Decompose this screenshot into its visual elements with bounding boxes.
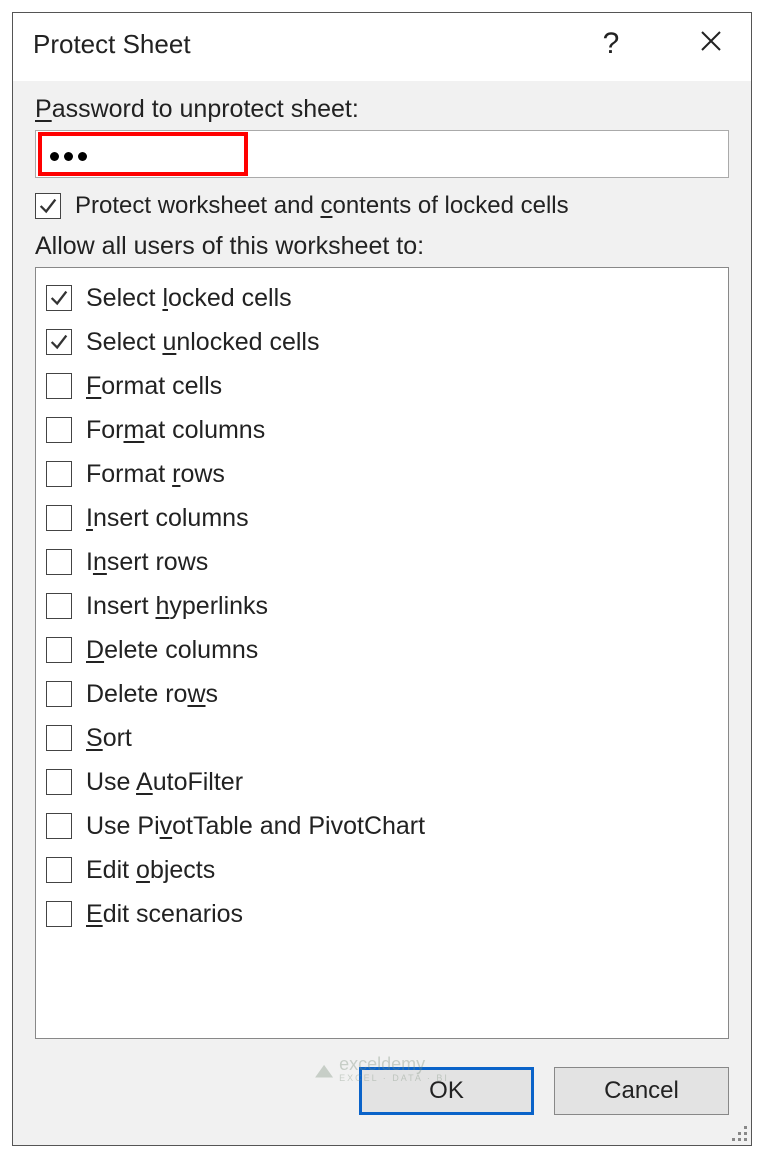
permission-row[interactable]: Delete rows [46,672,718,716]
permission-row[interactable]: Select locked cells [46,276,718,320]
permission-row[interactable]: Insert hyperlinks [46,584,718,628]
permission-row[interactable]: Format cells [46,364,718,408]
permission-label: Delete rows [86,680,218,709]
permission-row[interactable]: Sort [46,716,718,760]
permission-row[interactable]: Delete columns [46,628,718,672]
permission-label: Insert hyperlinks [86,592,268,621]
dialog-title: Protect Sheet [33,29,191,60]
protect-contents-label: Protect worksheet and contents of locked… [75,192,569,220]
permissions-listbox[interactable]: Select locked cells Select unlocked cells… [35,267,729,1039]
help-icon[interactable]: ? [591,27,631,61]
permission-label: Insert columns [86,504,249,533]
permission-checkbox[interactable] [46,505,72,531]
permission-checkbox[interactable] [46,549,72,575]
permission-row[interactable]: Use AutoFilter [46,760,718,804]
permission-checkbox[interactable] [46,681,72,707]
password-input[interactable] [35,130,729,178]
permission-checkbox[interactable] [46,769,72,795]
cancel-button[interactable]: Cancel [554,1067,729,1115]
allow-users-label: Allow all users of this worksheet to: [35,232,729,261]
protect-contents-checkbox[interactable] [35,193,61,219]
password-highlight [38,132,248,176]
permission-row[interactable]: Format columns [46,408,718,452]
permission-checkbox[interactable] [46,373,72,399]
permission-label: Use PivotTable and PivotChart [86,812,425,841]
permission-label: Select locked cells [86,284,292,313]
permission-row[interactable]: Format rows [46,452,718,496]
permission-label: Insert rows [86,548,208,577]
dialog-buttons: OK Cancel [13,1039,751,1145]
permission-checkbox[interactable] [46,461,72,487]
titlebar: Protect Sheet ? [13,13,751,81]
permission-checkbox[interactable] [46,901,72,927]
permission-checkbox[interactable] [46,329,72,355]
close-icon[interactable] [691,27,731,61]
permission-label: Edit scenarios [86,900,243,929]
permission-label: Use AutoFilter [86,768,243,797]
permission-label: Select unlocked cells [86,328,319,357]
permission-row[interactable]: Edit objects [46,848,718,892]
permission-label: Edit objects [86,856,215,885]
window-controls: ? [591,27,731,61]
protect-sheet-dialog: Protect Sheet ? Password to unprotect sh… [12,12,752,1146]
permission-checkbox[interactable] [46,593,72,619]
password-mask [50,140,92,168]
permission-checkbox[interactable] [46,417,72,443]
protect-contents-row[interactable]: Protect worksheet and contents of locked… [35,192,729,220]
permission-checkbox[interactable] [46,857,72,883]
password-label: Password to unprotect sheet: [35,95,729,124]
dialog-content: Password to unprotect sheet: Protect wor… [13,81,751,1039]
permission-checkbox[interactable] [46,813,72,839]
permission-row[interactable]: Edit scenarios [46,892,718,936]
permission-label: Format cells [86,372,222,401]
permission-row[interactable]: Insert rows [46,540,718,584]
permission-checkbox[interactable] [46,285,72,311]
permission-label: Format columns [86,416,265,445]
permission-label: Delete columns [86,636,258,665]
permission-checkbox[interactable] [46,725,72,751]
permission-row[interactable]: Use PivotTable and PivotChart [46,804,718,848]
permission-row[interactable]: Insert columns [46,496,718,540]
ok-button[interactable]: OK [359,1067,534,1115]
permission-label: Sort [86,724,132,753]
permission-row[interactable]: Select unlocked cells [46,320,718,364]
resize-gripper-icon[interactable] [727,1121,747,1141]
permission-label: Format rows [86,460,225,489]
permission-checkbox[interactable] [46,637,72,663]
